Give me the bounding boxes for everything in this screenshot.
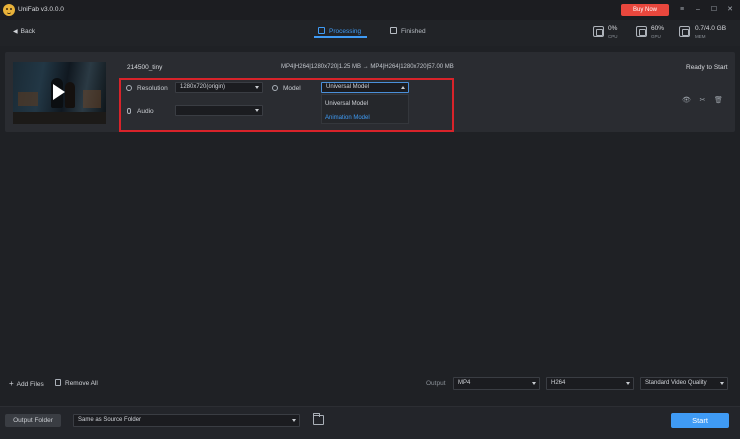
- chevron-left-icon: ◀: [13, 29, 18, 35]
- chevron-down-icon: [720, 382, 724, 385]
- trash-icon: [55, 379, 61, 386]
- format-info: MP4|H264|1280x720|1.25 MB → MP4|H264|128…: [281, 64, 454, 70]
- scissors-icon[interactable]: ✂: [698, 96, 707, 105]
- tab-finished[interactable]: Finished: [390, 27, 426, 37]
- folder-icon[interactable]: [313, 413, 324, 425]
- format-select[interactable]: MP4: [453, 377, 540, 390]
- chevron-down-icon: [532, 382, 536, 385]
- file-name: 214500_tiny: [127, 64, 163, 71]
- chevron-down-icon: [292, 419, 296, 422]
- app-logo-icon: [3, 4, 15, 16]
- quality-select[interactable]: Standard Video Quality: [640, 377, 728, 390]
- highlight-box: [119, 78, 454, 132]
- back-button[interactable]: ◀ Back: [13, 28, 35, 35]
- processing-icon: [318, 27, 325, 34]
- output-folder-button[interactable]: Output Folder: [5, 414, 61, 427]
- cpu-value: 0%: [608, 25, 618, 32]
- gpu-icon: [636, 26, 647, 37]
- play-icon[interactable]: [53, 84, 65, 100]
- active-tab-indicator: [314, 36, 367, 38]
- gpu-value: 60%: [651, 25, 665, 32]
- cpu-icon: [593, 26, 604, 37]
- plus-icon: +: [9, 379, 14, 388]
- menu-icon[interactable]: ≡: [677, 5, 687, 15]
- memory-value: 0.7/4.0 GB: [695, 25, 727, 32]
- output-folder-select[interactable]: Same as Source Folder: [73, 414, 300, 427]
- minimize-icon[interactable]: –: [693, 5, 703, 15]
- add-files-button[interactable]: + Add Files: [9, 379, 44, 389]
- remove-all-button[interactable]: Remove All: [55, 379, 98, 389]
- trash-icon[interactable]: 🗑: [714, 96, 723, 105]
- cpu-label: CPU: [608, 34, 618, 39]
- codec-select[interactable]: H264: [546, 377, 634, 390]
- task-status: Ready to Start: [686, 64, 728, 71]
- close-icon[interactable]: ✕: [725, 5, 735, 15]
- video-thumbnail[interactable]: [13, 62, 106, 124]
- gpu-label: GPU: [651, 34, 661, 39]
- maximize-icon[interactable]: ☐: [709, 5, 719, 15]
- output-label: Output: [426, 380, 446, 387]
- finished-icon: [390, 27, 397, 34]
- eye-icon[interactable]: 👁: [682, 96, 691, 105]
- start-button[interactable]: Start: [671, 413, 729, 428]
- header-bar: [0, 20, 740, 46]
- chevron-down-icon: [626, 382, 630, 385]
- memory-label: MEM: [695, 34, 706, 39]
- buy-now-button[interactable]: Buy Now: [621, 4, 669, 16]
- app-title: UniFab v3.0.0.0: [18, 6, 64, 13]
- memory-icon: [679, 26, 690, 37]
